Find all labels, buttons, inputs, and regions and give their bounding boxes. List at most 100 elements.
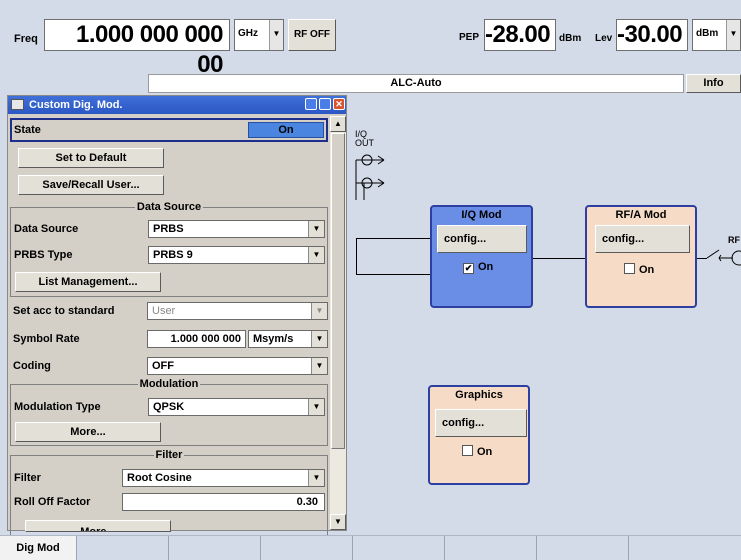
modulation-group: Modulation Modulation Type QPSK ▼ More...: [10, 378, 328, 446]
modulation-more-button[interactable]: More...: [15, 422, 161, 442]
frequency-field[interactable]: 1.000 000 000 00: [44, 19, 230, 78]
tab-empty[interactable]: [445, 536, 537, 560]
state-label: State: [14, 124, 41, 136]
chevron-down-icon: ▼: [308, 247, 324, 263]
data-source-dropdown[interactable]: PRBS ▼: [148, 220, 325, 238]
pep-unit: dBm: [559, 33, 582, 44]
freq-label: Freq: [14, 33, 38, 45]
set-acc-dropdown[interactable]: User ▼: [147, 302, 328, 320]
iq-out-label: I/Q OUT: [355, 129, 374, 148]
iq-mod-block: I/Q Mod config... ✔ On: [430, 205, 533, 308]
graphics-config-button[interactable]: config...: [435, 409, 527, 437]
data-source-label: Data Source: [14, 223, 79, 235]
iq-line-upper: [356, 238, 430, 239]
filter-group-title: Filter: [11, 449, 327, 461]
minimize-icon[interactable]: [305, 98, 317, 110]
roll-off-factor-field[interactable]: 0.30: [122, 493, 325, 511]
rfa-mod-title: RF/A Mod: [615, 209, 667, 221]
filter-group: Filter Filter Root Cosine ▼ Roll Off Fact…: [10, 449, 328, 535]
iq-line-vertical: [356, 238, 357, 274]
maximize-icon[interactable]: [319, 98, 331, 110]
list-management-button[interactable]: List Management...: [15, 272, 161, 292]
chevron-down-icon: ▼: [308, 470, 324, 486]
pep-value: -28.00: [484, 19, 556, 51]
chevron-down-icon: ▼: [311, 358, 327, 374]
tab-empty[interactable]: [261, 536, 353, 560]
graphics-block: Graphics config... On: [428, 385, 530, 485]
level-unit-dropdown[interactable]: dBm ▼: [692, 19, 741, 51]
modulation-group-title: Modulation: [11, 378, 327, 390]
prbs-type-value: PRBS 9: [153, 249, 193, 261]
tab-empty[interactable]: [537, 536, 629, 560]
set-acc-label: Set acc to standard: [13, 305, 115, 317]
rf-label: RF: [728, 235, 740, 245]
graphics-title: Graphics: [455, 389, 503, 401]
dialog-scrollbar[interactable]: ▲ ▼: [330, 116, 346, 530]
chevron-down-icon: ▼: [308, 399, 324, 415]
iq-line-lower: [356, 274, 430, 275]
custom-dig-mod-dialog: Custom Dig. Mod. ✕ State On Set to Defau…: [7, 95, 347, 535]
symbol-rate-unit-value: Msym/s: [253, 333, 294, 345]
symbol-rate-label: Symbol Rate: [13, 333, 80, 345]
coding-label: Coding: [13, 360, 51, 372]
dialog-titlebar[interactable]: Custom Dig. Mod. ✕: [8, 96, 346, 114]
iq-out-connectors: [355, 154, 385, 200]
filter-dropdown[interactable]: Root Cosine ▼: [122, 469, 325, 487]
checkbox-box: [624, 263, 635, 274]
roll-off-factor-label: Roll Off Factor: [14, 496, 91, 508]
info-button[interactable]: Info: [686, 74, 741, 93]
bottom-tab-bar: Dig Mod: [0, 535, 741, 560]
tab-dig-mod[interactable]: Dig Mod: [0, 536, 77, 560]
data-source-group-title: Data Source: [11, 201, 327, 213]
freq-unit-value: GHz: [238, 28, 258, 39]
close-icon[interactable]: ✕: [333, 98, 345, 110]
freq-unit-dropdown[interactable]: GHz ▼: [234, 19, 284, 51]
check-icon: ✔: [463, 263, 474, 274]
rfa-mod-config-button[interactable]: config...: [595, 225, 690, 253]
tab-empty[interactable]: [629, 536, 741, 560]
graphics-on-label: On: [477, 446, 493, 458]
set-to-default-button[interactable]: Set to Default: [18, 148, 164, 168]
pep-label: PEP: [459, 32, 480, 43]
state-row: State On: [10, 118, 328, 142]
modulation-type-dropdown[interactable]: QPSK ▼: [148, 398, 325, 416]
chevron-down-icon: ▼: [311, 303, 327, 319]
top-bar: Freq 1.000 000 000 00 GHz ▼ RF OFF PEP -…: [0, 0, 741, 78]
filter-more-button[interactable]: More...: [25, 520, 171, 532]
coding-dropdown[interactable]: OFF ▼: [147, 357, 328, 375]
iq-to-rf-line: [533, 258, 585, 259]
tab-empty[interactable]: [353, 536, 445, 560]
modulation-group-label: Modulation: [137, 378, 201, 390]
filter-value: Root Cosine: [127, 472, 192, 484]
level-unit-value: dBm: [696, 28, 719, 39]
scroll-up-icon[interactable]: ▲: [330, 116, 346, 132]
data-source-group-label: Data Source: [134, 201, 204, 213]
data-source-value: PRBS: [153, 223, 184, 235]
lev-label: Lev: [595, 33, 613, 44]
prbs-type-dropdown[interactable]: PRBS 9 ▼: [148, 246, 325, 264]
prbs-type-label: PRBS Type: [14, 249, 73, 261]
symbol-rate-field[interactable]: 1.000 000 000: [147, 330, 246, 348]
iq-mod-config-button[interactable]: config...: [437, 225, 527, 253]
graphics-on-checkbox[interactable]: On: [462, 445, 492, 458]
rf-off-button[interactable]: RF OFF: [288, 19, 336, 51]
rfa-mod-on-checkbox[interactable]: On: [624, 263, 654, 276]
iq-mod-on-checkbox[interactable]: ✔ On: [463, 261, 493, 274]
scroll-down-icon[interactable]: ▼: [330, 514, 346, 530]
alc-status-bar: ALC-Auto: [148, 74, 684, 93]
scroll-thumb[interactable]: [331, 133, 345, 449]
level-field[interactable]: -30.00: [616, 19, 688, 51]
filter-group-label: Filter: [153, 449, 185, 461]
symbol-rate-unit-dropdown[interactable]: Msym/s ▼: [248, 330, 328, 348]
tab-empty[interactable]: [169, 536, 261, 560]
tab-empty[interactable]: [77, 536, 169, 560]
save-recall-user-button[interactable]: Save/Recall User...: [18, 175, 164, 195]
checkbox-box: [462, 445, 473, 456]
chevron-down-icon: ▼: [269, 20, 283, 50]
state-toggle[interactable]: On: [248, 122, 324, 138]
set-acc-value: User: [152, 305, 176, 317]
data-source-group: Data Source Data Source PRBS ▼ PRBS Type …: [10, 201, 328, 297]
modulation-type-label: Modulation Type: [14, 401, 101, 413]
chevron-down-icon: ▼: [311, 331, 327, 347]
iq-mod-on-label: On: [478, 261, 494, 273]
